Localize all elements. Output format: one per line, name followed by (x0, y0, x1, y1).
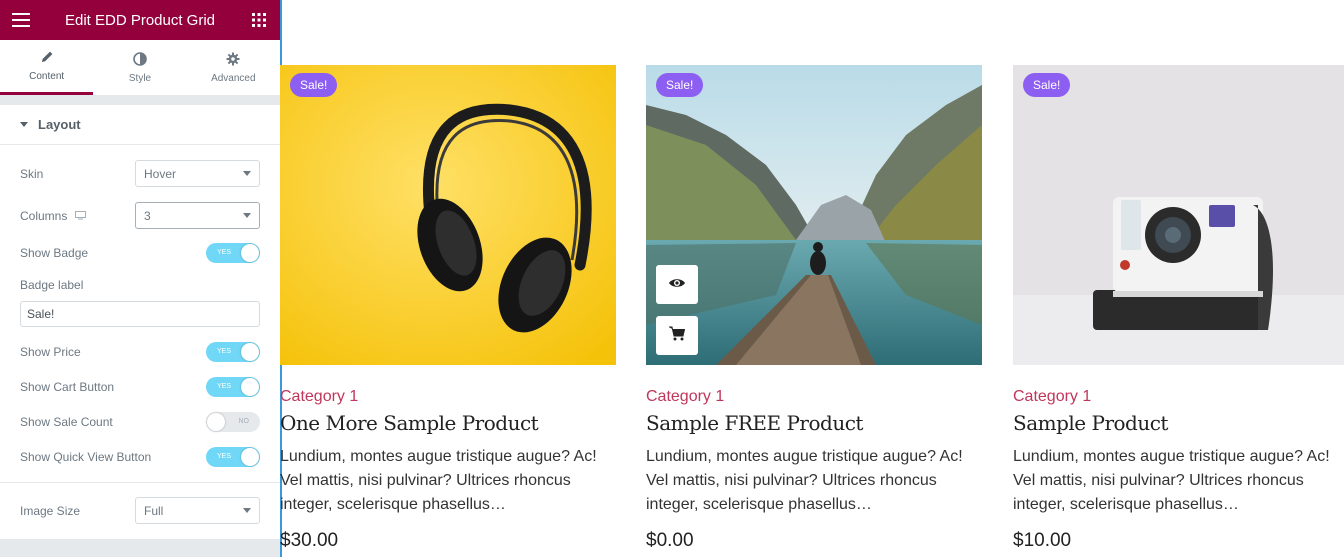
editor-panel: Edit EDD Product Grid Content Style Adva… (0, 0, 280, 557)
dropdown-arrow-icon (243, 213, 251, 218)
dropdown-arrow-icon (243, 171, 251, 176)
eye-icon (668, 276, 686, 294)
control-divider (0, 482, 280, 483)
panel-header: Edit EDD Product Grid (0, 0, 280, 40)
add-to-cart-button[interactable] (656, 316, 698, 355)
panel-title: Edit EDD Product Grid (64, 11, 216, 29)
product-title[interactable]: Sample Product (1013, 411, 1168, 435)
product-description: Lundium, montes augue tristique augue? A… (1013, 448, 1330, 513)
toggle-state-text: YES (217, 249, 232, 256)
section-layout-toggle[interactable]: Layout (0, 105, 280, 145)
sale-badge: Sale! (656, 73, 704, 97)
toggle-knob (241, 244, 259, 262)
toggle-knob (207, 413, 225, 431)
tab-advanced[interactable]: Advanced (187, 40, 280, 95)
product-price: $10.00 (1013, 530, 1072, 551)
show-sale-count-toggle[interactable]: NO (206, 412, 260, 432)
image-size-select[interactable]: Full (135, 497, 260, 524)
product-category[interactable]: Category 1 (1013, 388, 1091, 406)
product-card: Sale! Category 1 One More Sample Product… (280, 65, 616, 551)
badge-label-label: Badge label (20, 278, 84, 292)
product-price: $0.00 (646, 530, 694, 551)
product-category[interactable]: Category 1 (646, 388, 724, 406)
product-title[interactable]: Sample FREE Product (646, 411, 863, 435)
control-show-sale-count: Show Sale Count NO (20, 412, 260, 432)
product-image-headphones[interactable]: Sale! (280, 65, 616, 365)
control-show-badge: Show Badge YES (20, 243, 260, 263)
product-description: Lundium, montes augue tristique augue? A… (646, 448, 963, 513)
toggle-state-text: YES (217, 348, 232, 355)
product-image-camera[interactable]: Sale! (1013, 65, 1344, 365)
image-size-value: Full (144, 503, 164, 518)
product-price: $30.00 (280, 530, 339, 551)
columns-value: 3 (144, 208, 151, 223)
tab-content[interactable]: Content (0, 40, 94, 95)
control-show-price: Show Price YES (20, 342, 260, 362)
toggle-knob (241, 343, 259, 361)
control-show-quick-view: Show Quick View Button YES (20, 447, 260, 467)
show-cart-toggle[interactable]: YES (206, 377, 260, 397)
skin-value: Hover (144, 166, 177, 181)
cart-icon (669, 326, 686, 346)
toggle-knob (241, 448, 259, 466)
tab-style[interactable]: Style (93, 40, 186, 95)
columns-select[interactable]: 3 (135, 202, 260, 229)
skin-select[interactable]: Hover (135, 160, 260, 187)
panel-tabs: Content Style Advanced (0, 40, 280, 95)
product-card: Sale! Category 1 Sample Product Lundium,… (1013, 65, 1344, 551)
sale-badge: Sale! (290, 73, 338, 97)
control-image-size: Image Size Full (20, 497, 260, 524)
show-badge-toggle[interactable]: YES (206, 243, 260, 263)
product-image-lake[interactable]: Sale! (646, 65, 982, 365)
product-card: Sale! Category 1 Sample FREE Product Lun… (646, 65, 982, 551)
control-show-cart: Show Cart Button YES (20, 377, 260, 397)
control-skin: Skin Hover (20, 160, 260, 187)
columns-label: Columns (20, 208, 68, 223)
show-price-label: Show Price (20, 345, 81, 359)
show-sale-count-label: Show Sale Count (20, 415, 113, 429)
control-badge-label: Badge label (20, 278, 260, 292)
tabs-separator (0, 95, 280, 105)
quick-view-button[interactable] (656, 265, 698, 304)
skin-label: Skin (20, 166, 44, 181)
product-description: Lundium, montes augue tristique augue? A… (280, 448, 597, 513)
section-separator (0, 539, 280, 557)
toggle-state-text: YES (217, 383, 232, 390)
toggle-state-text: NO (238, 418, 250, 425)
tab-style-label: Style (128, 72, 152, 84)
product-category[interactable]: Category 1 (280, 388, 358, 406)
sale-badge: Sale! (1023, 73, 1071, 97)
toggle-state-text: YES (217, 453, 232, 460)
tab-advanced-label: Advanced (211, 72, 256, 84)
show-quick-view-toggle[interactable]: YES (206, 447, 260, 467)
dropdown-arrow-icon (243, 508, 251, 513)
section-layout-title: Layout (38, 117, 81, 132)
gear-icon (226, 52, 240, 69)
show-quick-view-label: Show Quick View Button (20, 450, 152, 464)
hamburger-menu-icon[interactable] (12, 11, 30, 29)
image-size-label: Image Size (20, 503, 81, 518)
product-title[interactable]: One More Sample Product (280, 411, 539, 435)
pencil-icon (40, 50, 54, 67)
show-cart-label: Show Cart Button (20, 380, 115, 394)
caret-down-icon (20, 122, 28, 127)
toggle-knob (241, 378, 259, 396)
desktop-icon[interactable] (75, 209, 87, 223)
show-badge-label: Show Badge (20, 246, 89, 260)
control-columns: Columns 3 (20, 202, 260, 229)
tab-content-label: Content (29, 71, 65, 82)
badge-label-input[interactable]: Sale! (20, 301, 260, 327)
show-price-toggle[interactable]: YES (206, 342, 260, 362)
widgets-grid-icon[interactable] (250, 11, 268, 29)
contrast-icon (133, 51, 147, 69)
